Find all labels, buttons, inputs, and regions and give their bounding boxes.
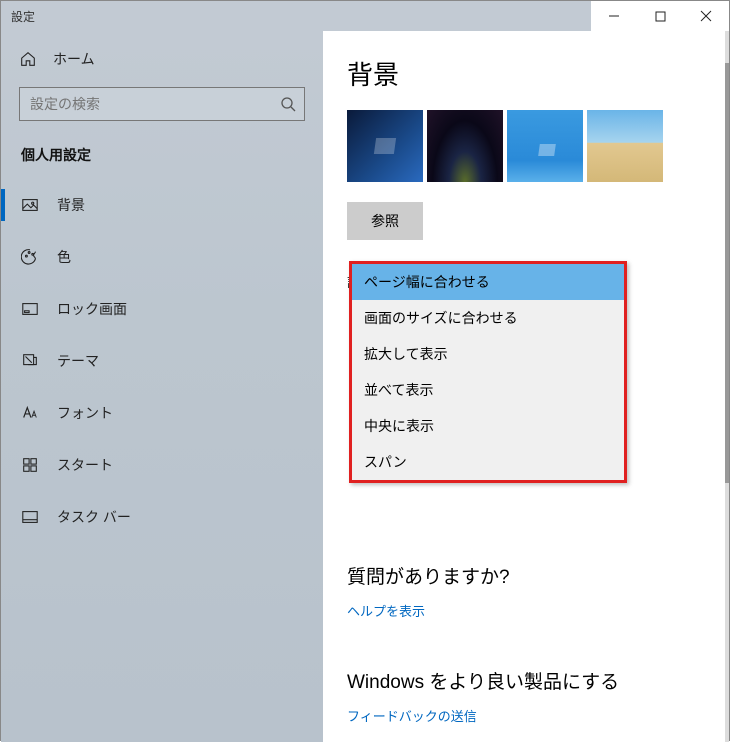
fit-dropdown-open[interactable]: ページ幅に合わせる 画面のサイズに合わせる 拡大して表示 並べて表示 中央に表示… <box>349 261 627 483</box>
sidebar-item-label: スタート <box>57 455 113 475</box>
sidebar-item-label: タスク バー <box>57 507 131 527</box>
wallpaper-thumb[interactable] <box>427 110 503 182</box>
sidebar-item-start[interactable]: スタート <box>1 443 323 487</box>
improve-heading: Windows をより良い製品にする <box>347 667 729 694</box>
sidebar-item-label: フォント <box>57 403 113 423</box>
sidebar-item-background[interactable]: 背景 <box>1 183 323 227</box>
sidebar: ホーム 個人用設定 背景 色 ロック画面 テーマ フォント スター <box>1 31 323 742</box>
wallpaper-thumb[interactable] <box>587 110 663 182</box>
wallpaper-thumb[interactable] <box>347 110 423 182</box>
search-input-wrap[interactable] <box>19 87 305 121</box>
sidebar-item-colors[interactable]: 色 <box>1 235 323 279</box>
minimize-icon <box>608 10 620 22</box>
font-icon <box>21 404 39 422</box>
start-icon <box>21 456 39 474</box>
sidebar-item-label: 背景 <box>57 195 85 215</box>
sidebar-item-label: 色 <box>57 247 71 267</box>
fit-option[interactable]: ページ幅に合わせる <box>352 264 624 300</box>
fit-option[interactable]: 画面のサイズに合わせる <box>352 300 624 336</box>
title-bar: 設定 <box>1 1 729 31</box>
question-heading: 質問がありますか? <box>347 562 729 589</box>
picture-icon <box>21 196 39 214</box>
maximize-icon <box>655 11 666 22</box>
help-link[interactable]: ヘルプを表示 <box>347 601 425 620</box>
home-icon <box>19 50 37 68</box>
fit-option[interactable]: 中央に表示 <box>352 408 624 444</box>
fit-option[interactable]: 拡大して表示 <box>352 336 624 372</box>
sidebar-item-label: テーマ <box>57 351 99 371</box>
category-label: 個人用設定 <box>1 139 323 183</box>
sidebar-item-lockscreen[interactable]: ロック画面 <box>1 287 323 331</box>
sidebar-item-label: ロック画面 <box>57 299 127 319</box>
page-title: 背景 <box>347 55 729 92</box>
close-icon <box>700 10 712 22</box>
home-button[interactable]: ホーム <box>1 41 323 77</box>
scrollbar-thumb[interactable] <box>725 63 729 483</box>
close-button[interactable] <box>683 1 729 31</box>
sidebar-item-fonts[interactable]: フォント <box>1 391 323 435</box>
search-input[interactable] <box>30 96 280 112</box>
taskbar-icon <box>21 508 39 526</box>
fit-option[interactable]: スパン <box>352 444 624 480</box>
feedback-link[interactable]: フィードバックの送信 <box>347 706 477 725</box>
sidebar-item-taskbar[interactable]: タスク バー <box>1 495 323 539</box>
browse-button[interactable]: 参照 <box>347 202 423 240</box>
scrollbar[interactable] <box>725 31 729 742</box>
search-icon <box>280 96 296 112</box>
wallpaper-thumbnails <box>347 110 729 182</box>
lockscreen-icon <box>21 300 39 318</box>
maximize-button[interactable] <box>637 1 683 31</box>
wallpaper-thumb[interactable] <box>507 110 583 182</box>
window-title: 設定 <box>1 8 35 25</box>
sidebar-item-themes[interactable]: テーマ <box>1 339 323 383</box>
home-label: ホーム <box>53 49 95 69</box>
theme-icon <box>21 352 39 370</box>
fit-option[interactable]: 並べて表示 <box>352 372 624 408</box>
palette-icon <box>21 248 39 266</box>
minimize-button[interactable] <box>591 1 637 31</box>
